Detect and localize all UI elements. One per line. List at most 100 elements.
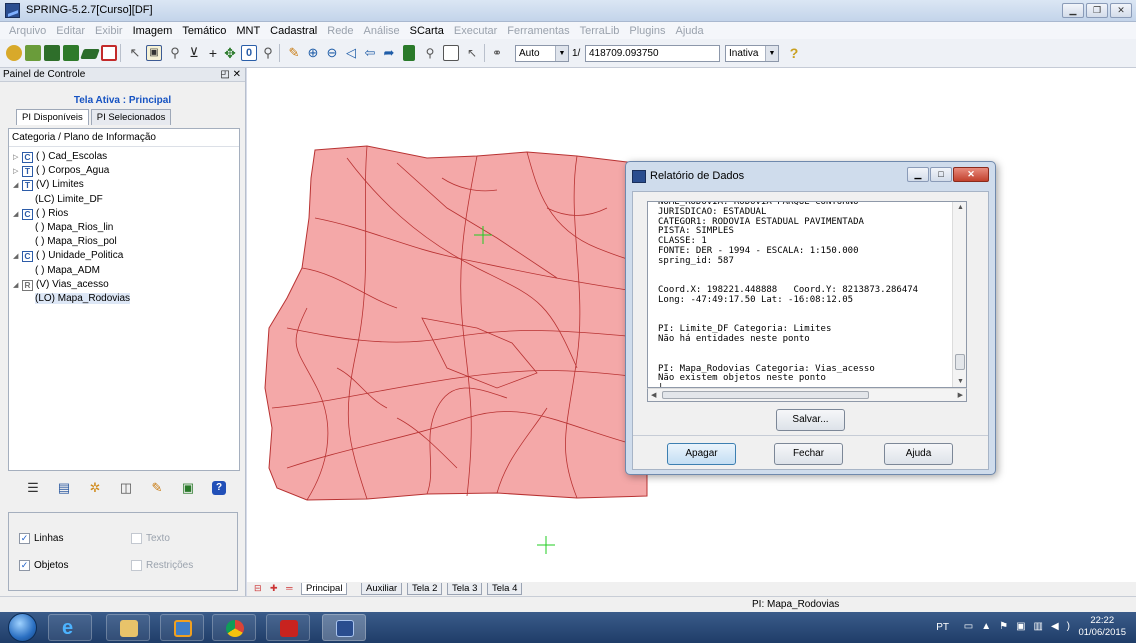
report-text-area[interactable]: NOME_RODOVIA: RODOVIA PARQUE CONTORNO JU… [647,201,967,388]
taskbar-acrobat[interactable] [266,614,310,641]
tab-pi-selected[interactable]: PI Selecionados [90,109,172,125]
restrictions-checkbox[interactable]: Restrições [131,560,193,571]
table-icon[interactable] [443,45,459,61]
taskbar-media[interactable] [160,614,204,641]
draw-icon[interactable] [80,49,100,59]
expand-toggle-icon[interactable]: ◢ [13,251,22,263]
help-icon[interactable]: ? [786,45,802,61]
menu-item-arquivo[interactable]: Arquivo [4,25,51,37]
legend-icon[interactable]: ▤ [57,481,71,495]
edit-icon[interactable]: ✎ [150,481,164,495]
checkbox-box[interactable]: ✓ [19,560,30,571]
zoom-in-icon[interactable]: ⊕ [305,45,321,61]
tree-item[interactable]: ▷ C( ) Cad_Escolas [13,151,107,163]
menu-item-tem-tico[interactable]: Temático [177,25,231,37]
tree-item[interactable]: ◢ C( ) Unidade_Politica [13,250,123,263]
tab-auxiliar[interactable]: Auxiliar [361,583,403,595]
text-checkbox[interactable]: Texto [131,533,170,544]
menu-item-rede[interactable]: Rede [322,25,358,37]
scroll-thumb[interactable] [955,354,965,370]
close-button[interactable]: ✕ [953,167,989,182]
measure-icon[interactable]: ⚲ [260,45,276,61]
taskbar-ie[interactable]: e [48,614,92,641]
category-tree[interactable]: Categoria / Plano de Informação ▷ C( ) Ca… [8,128,240,471]
cursor-icon[interactable]: ↖ [127,45,143,61]
horizontal-scrollbar[interactable]: ◀ ▶ [647,388,967,402]
menu-item-ferramentas[interactable]: Ferramentas [502,25,574,37]
tab-tela-4[interactable]: Tela 4 [487,583,523,595]
properties-icon[interactable]: ▣ [181,481,195,495]
menu-item-plugins[interactable]: Plugins [624,25,670,37]
minimize-button[interactable]: ▁ [1062,3,1084,18]
help-icon[interactable]: ? [212,481,226,495]
tree-item[interactable]: ( ) Mapa_Rios_pol [35,236,117,248]
move-icon[interactable]: ✥ [222,45,238,61]
tray-icons[interactable]: ▭▲⚑▣▥◀) [964,621,1078,632]
menu-item-imagem[interactable]: Imagem [128,25,178,37]
zoom-previous-icon[interactable]: ◁ [343,45,359,61]
restore-button[interactable]: ❐ [1086,3,1108,18]
tree-item[interactable]: ( ) Mapa_ADM [35,265,100,277]
close-icon[interactable]: ✕ [233,69,241,80]
scroll-right-icon[interactable]: ▶ [958,391,963,399]
tab-pi-available[interactable]: PI Disponíveis [16,109,89,125]
back-icon[interactable]: ⇦ [362,45,378,61]
tree-item[interactable]: ◢ C( ) Rios [13,208,68,220]
info-icon[interactable]: 0 [241,45,257,61]
pointer-add-icon[interactable]: ↖ [464,45,480,61]
expand-toggle-icon[interactable]: ▷ [13,152,22,164]
menu-item-an-lise[interactable]: Análise [359,25,405,37]
tree-item[interactable]: ◢ T (V) Limites [13,179,84,192]
pan-icon[interactable]: ⊻ [186,45,202,61]
layer-icon[interactable] [44,45,60,61]
expand-toggle-icon[interactable]: ◢ [13,180,22,192]
taskbar-explorer[interactable] [106,614,150,641]
close-button[interactable]: ✕ [1110,3,1132,18]
language-indicator[interactable]: PT [936,622,949,633]
project-icon[interactable] [25,45,41,61]
chart-icon[interactable]: ◫ [119,481,133,495]
screen-icon[interactable] [101,45,117,61]
display-icon[interactable] [403,45,415,61]
scale-input[interactable]: 418709.093750 [585,45,720,62]
help-button[interactable]: Ajuda [884,443,953,465]
taskbar-spring[interactable] [322,614,366,641]
close-dialog-button[interactable]: Fechar [774,443,843,465]
tab-tela-2[interactable]: Tela 2 [407,583,443,595]
start-button[interactable] [8,613,37,642]
pencil-icon[interactable]: ✎ [286,45,302,61]
clock[interactable]: 22:22 01/06/2015 [1078,615,1126,639]
expand-toggle-icon[interactable]: ▷ [13,166,22,178]
checkbox-box[interactable]: ✓ [19,533,30,544]
state-select[interactable]: Inativa ▼ [725,45,779,62]
zoom-area-icon[interactable]: ⚲ [422,45,438,61]
add-icon[interactable]: + [205,45,221,61]
tree-item[interactable]: ◢ R (V) Vias_acesso [13,279,109,291]
link-icon[interactable]: ⚭ [489,45,505,61]
forward-icon[interactable]: ➦ [381,45,397,61]
zoom-out-icon[interactable]: ⊖ [324,45,340,61]
menu-item-cadastral[interactable]: Cadastral [265,25,322,37]
info-mode-icon[interactable]: ▣ [146,45,162,61]
expand-toggle-icon[interactable]: ◢ [13,280,22,292]
scroll-up-icon[interactable]: ▲ [957,204,964,211]
tab-tela-3[interactable]: Tela 3 [447,583,483,595]
menu-item-mnt[interactable]: MNT [231,25,265,37]
clear-button[interactable]: Apagar [667,443,736,465]
tree-item[interactable]: (LC) Limite_DF [35,194,103,206]
visual-icon[interactable]: ✲ [88,481,102,495]
objects-checkbox[interactable]: ✓ Objetos [19,560,68,571]
scroll-left-icon[interactable]: ◀ [651,391,656,399]
scroll-down-icon[interactable]: ▼ [957,378,964,385]
scroll-thumb[interactable] [662,391,869,399]
checkbox-box[interactable] [131,533,142,544]
grid-icon[interactable] [63,45,79,61]
menu-item-scarta[interactable]: SCarta [405,25,449,37]
float-icon[interactable]: ◰ [220,69,229,80]
expand-toggle-icon[interactable]: ◢ [13,209,22,221]
tab-principal[interactable]: Principal [301,583,348,595]
lines-checkbox[interactable]: ✓ Linhas [19,533,63,544]
menu-item-executar[interactable]: Executar [449,25,502,37]
menu-item-ajuda[interactable]: Ajuda [670,25,708,37]
menu-item-exibir[interactable]: Exibir [90,25,128,37]
